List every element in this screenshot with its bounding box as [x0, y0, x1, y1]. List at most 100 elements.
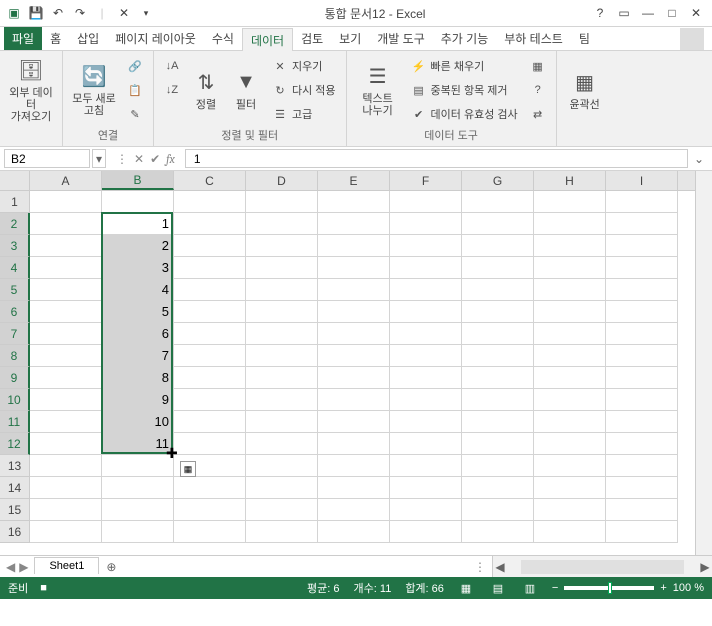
cell-I6[interactable]	[606, 301, 678, 323]
cell-C7[interactable]	[174, 323, 246, 345]
row-header-6[interactable]: 6	[0, 301, 30, 323]
cell-B2[interactable]: 1	[102, 213, 174, 235]
cell-F9[interactable]	[390, 367, 462, 389]
cell-I8[interactable]	[606, 345, 678, 367]
cell-C14[interactable]	[174, 477, 246, 499]
cell-G11[interactable]	[462, 411, 534, 433]
tab-개발 도구[interactable]: 개발 도구	[369, 27, 433, 50]
row-header-3[interactable]: 3	[0, 235, 30, 257]
cell-F2[interactable]	[390, 213, 462, 235]
tab-검토[interactable]: 검토	[293, 27, 331, 50]
cell-D1[interactable]	[246, 191, 318, 213]
cell-F14[interactable]	[390, 477, 462, 499]
tab-split-handle[interactable]: ⋮	[468, 560, 492, 574]
advanced-filter-button[interactable]: ☰고급	[268, 103, 340, 125]
row-header-10[interactable]: 10	[0, 389, 30, 411]
cell-F6[interactable]	[390, 301, 462, 323]
cell-C2[interactable]	[174, 213, 246, 235]
cell-C10[interactable]	[174, 389, 246, 411]
cell-A9[interactable]	[30, 367, 102, 389]
cell-G5[interactable]	[462, 279, 534, 301]
save-icon[interactable]: 💾	[26, 3, 46, 23]
tab-삽입[interactable]: 삽입	[69, 27, 107, 50]
cell-H12[interactable]	[534, 433, 606, 455]
cell-G14[interactable]	[462, 477, 534, 499]
col-header-F[interactable]: F	[390, 171, 462, 190]
sheet-nav-prev[interactable]: ◀	[6, 560, 15, 574]
row-header-11[interactable]: 11	[0, 411, 30, 433]
flash-fill-button[interactable]: ⚡빠른 채우기	[407, 55, 522, 77]
cell-B16[interactable]	[102, 521, 174, 543]
col-header-E[interactable]: E	[318, 171, 390, 190]
row-header-16[interactable]: 16	[0, 521, 30, 543]
cell-A1[interactable]	[30, 191, 102, 213]
cell-H4[interactable]	[534, 257, 606, 279]
reapply-button[interactable]: ↻다시 적용	[268, 79, 340, 101]
cell-E14[interactable]	[318, 477, 390, 499]
cell-C4[interactable]	[174, 257, 246, 279]
cell-A11[interactable]	[30, 411, 102, 433]
cell-B13[interactable]	[102, 455, 174, 477]
cell-D12[interactable]	[246, 433, 318, 455]
cell-I13[interactable]	[606, 455, 678, 477]
refresh-all-button[interactable]: 🔄 모두 새로 고침	[69, 55, 119, 123]
cell-H14[interactable]	[534, 477, 606, 499]
cell-E3[interactable]	[318, 235, 390, 257]
row-header-9[interactable]: 9	[0, 367, 30, 389]
tab-부하 테스트[interactable]: 부하 테스트	[496, 27, 571, 50]
cell-A10[interactable]	[30, 389, 102, 411]
cell-I5[interactable]	[606, 279, 678, 301]
cell-H7[interactable]	[534, 323, 606, 345]
view-normal-button[interactable]: ▦	[456, 580, 476, 596]
row-header-4[interactable]: 4	[0, 257, 30, 279]
autofill-options-button[interactable]: ▦	[180, 461, 196, 477]
qat-close-icon[interactable]: ✕	[114, 3, 134, 23]
enter-formula-button[interactable]: ✔	[150, 152, 160, 166]
cell-I4[interactable]	[606, 257, 678, 279]
tab-보기[interactable]: 보기	[331, 27, 369, 50]
cell-F12[interactable]	[390, 433, 462, 455]
user-avatar[interactable]	[680, 28, 704, 50]
cell-G15[interactable]	[462, 499, 534, 521]
cell-E15[interactable]	[318, 499, 390, 521]
tab-수식[interactable]: 수식	[204, 27, 242, 50]
hscroll-right[interactable]: ▶	[698, 560, 712, 574]
remove-duplicates-button[interactable]: ▤중복된 항목 제거	[407, 79, 522, 101]
qat-dropdown-icon[interactable]: ▾	[136, 3, 156, 23]
cell-B4[interactable]: 3	[102, 257, 174, 279]
sort-desc-button[interactable]: ↓Z	[160, 79, 184, 101]
col-header-A[interactable]: A	[30, 171, 102, 190]
redo-icon[interactable]: ↷	[70, 3, 90, 23]
cell-G6[interactable]	[462, 301, 534, 323]
cell-F5[interactable]	[390, 279, 462, 301]
cell-I1[interactable]	[606, 191, 678, 213]
cell-E2[interactable]	[318, 213, 390, 235]
cell-D4[interactable]	[246, 257, 318, 279]
cell-D10[interactable]	[246, 389, 318, 411]
cell-G1[interactable]	[462, 191, 534, 213]
sheet-nav-next[interactable]: ▶	[19, 560, 28, 574]
row-header-12[interactable]: 12	[0, 433, 30, 455]
cell-D3[interactable]	[246, 235, 318, 257]
cell-D15[interactable]	[246, 499, 318, 521]
maximize-button[interactable]: □	[662, 3, 682, 23]
cell-H2[interactable]	[534, 213, 606, 235]
cell-B1[interactable]	[102, 191, 174, 213]
cell-C11[interactable]	[174, 411, 246, 433]
add-sheet-button[interactable]: ⊕	[99, 560, 123, 574]
zoom-out-button[interactable]: −	[552, 582, 558, 594]
cell-A15[interactable]	[30, 499, 102, 521]
cell-H8[interactable]	[534, 345, 606, 367]
relationships-button[interactable]: ⇄	[526, 103, 550, 125]
row-header-15[interactable]: 15	[0, 499, 30, 521]
tab-팀[interactable]: 팀	[571, 27, 598, 50]
cell-G13[interactable]	[462, 455, 534, 477]
cell-I9[interactable]	[606, 367, 678, 389]
cell-I16[interactable]	[606, 521, 678, 543]
cell-C3[interactable]	[174, 235, 246, 257]
formula-input[interactable]: 1	[185, 149, 688, 168]
edit-links-button[interactable]: ✎	[123, 103, 147, 125]
cell-G9[interactable]	[462, 367, 534, 389]
cell-H3[interactable]	[534, 235, 606, 257]
cell-B9[interactable]: 8	[102, 367, 174, 389]
